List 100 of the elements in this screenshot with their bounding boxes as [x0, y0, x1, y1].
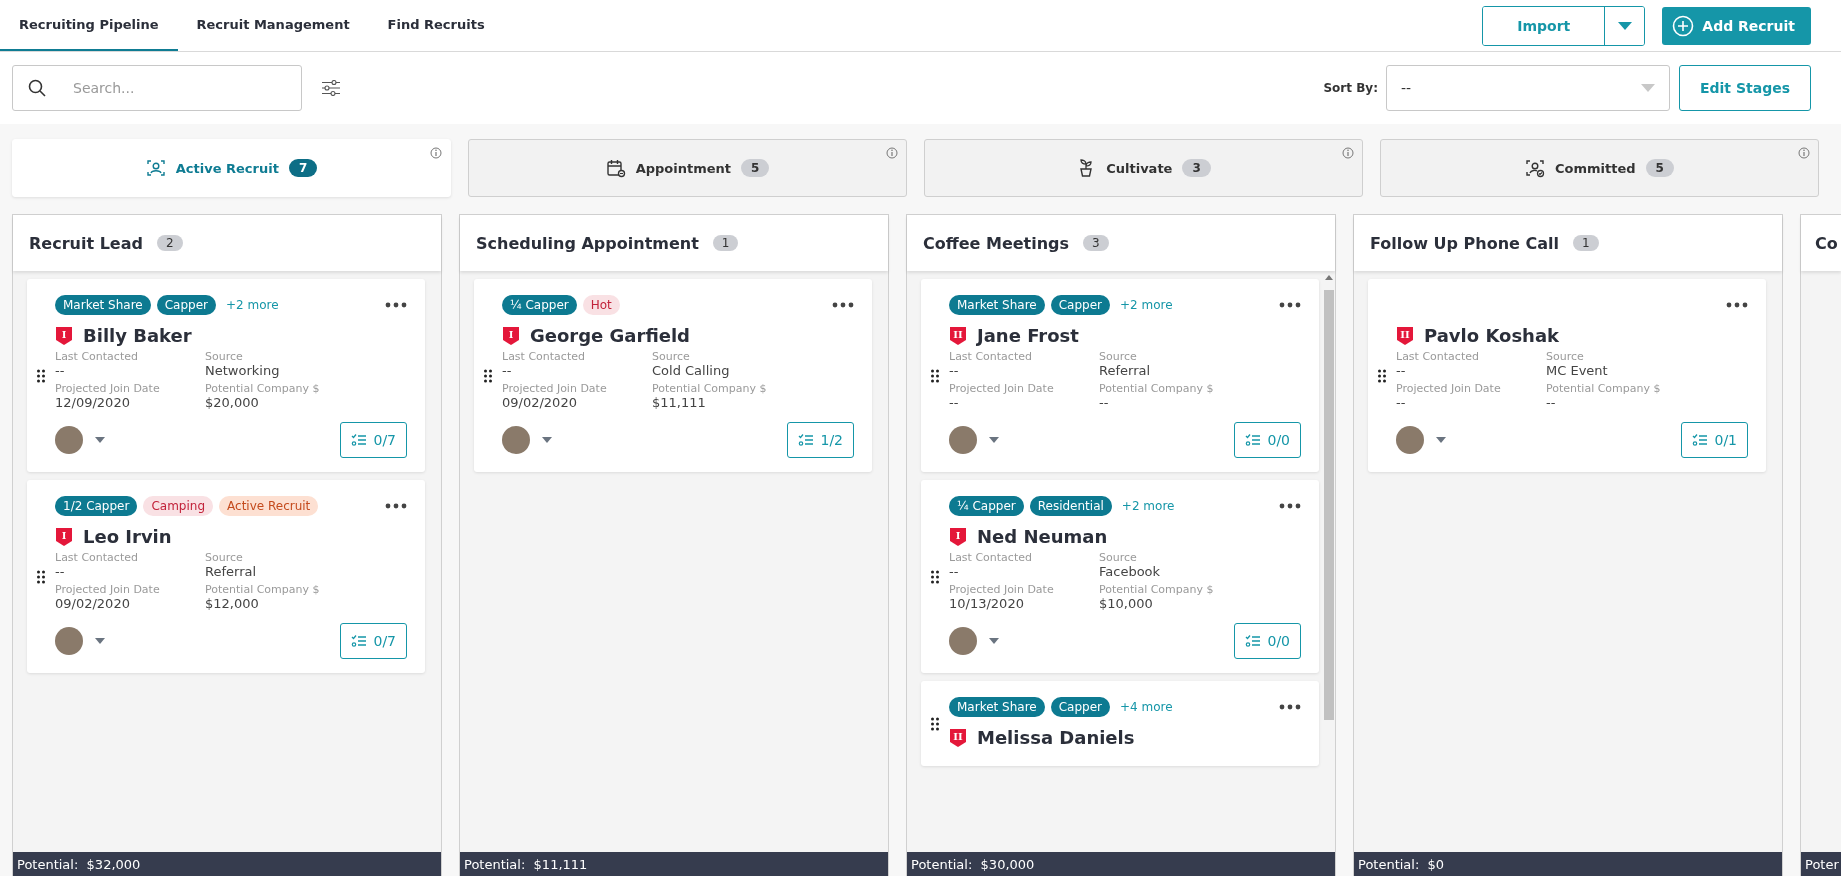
more-options-icon[interactable]	[832, 302, 854, 308]
recruit-name[interactable]: Billy Baker	[83, 325, 192, 346]
drag-handle-icon[interactable]	[37, 368, 45, 383]
more-options-icon[interactable]	[1279, 302, 1301, 308]
more-options-icon[interactable]	[1726, 302, 1748, 308]
recruit-name[interactable]: Pavlo Koshak	[1424, 325, 1560, 346]
recruit-card[interactable]: Market Share Capper +2 more I Billy Baker Last Contacted -- Source Networking Projected Join Date 12/09/2020 Potential Company $ $20,000 0/7	[27, 279, 425, 472]
recruit-name[interactable]: Ned Neuman	[977, 526, 1108, 547]
info-icon[interactable]	[1342, 147, 1354, 159]
drag-handle-icon[interactable]	[931, 368, 939, 383]
more-tags-link[interactable]: +4 more	[1116, 700, 1177, 714]
search-icon	[28, 79, 46, 97]
avatar[interactable]	[1396, 426, 1424, 454]
rank-badge: I	[949, 526, 967, 547]
potential-total: Poter	[1801, 852, 1841, 876]
more-tags-link[interactable]: +2 more	[1117, 499, 1179, 513]
checklist-button[interactable]: 0/0	[1234, 422, 1301, 458]
field-value: $12,000	[205, 596, 260, 611]
field-label: Last Contacted	[1396, 350, 1480, 363]
stage-tab[interactable]: Appointment 5	[468, 139, 907, 197]
more-tags-link[interactable]: +2 more	[222, 298, 283, 312]
column-title: Co	[1815, 233, 1838, 253]
recruit-name[interactable]: Melissa Daniels	[977, 727, 1135, 748]
drag-handle-icon[interactable]	[37, 569, 45, 584]
nav-tab[interactable]: Recruit Management	[177, 0, 369, 51]
stage-tab[interactable]: Cultivate 3	[924, 139, 1363, 197]
recruit-card[interactable]: ¼ Capper Residential +2 more I Ned Neuman Last Contacted -- Source Facebook Projected Join Date 10/13/2020 Potential Company $ $10,000 0/0	[921, 480, 1319, 673]
drag-handle-icon[interactable]	[931, 716, 939, 731]
field-value: --	[55, 363, 66, 378]
tag: Capper	[1050, 697, 1110, 717]
checklist-button[interactable]: 1/2	[787, 422, 854, 458]
add-recruit-button[interactable]: Add Recruit	[1662, 6, 1811, 45]
calendar-icon	[605, 158, 626, 178]
avatar[interactable]	[55, 627, 83, 655]
field-label: Source	[1099, 551, 1138, 564]
tag: 1/2 Capper	[55, 496, 138, 516]
drag-handle-icon[interactable]	[931, 569, 939, 584]
field-label: Last Contacted	[949, 551, 1033, 564]
scroll-up-icon[interactable]	[1325, 275, 1333, 280]
checklist-button[interactable]: 0/7	[340, 422, 407, 458]
recruit-card[interactable]: Market Share Capper +2 more II Jane Frost Last Contacted -- Source Referral Projected Join Date -- Potential Company $ -- 0/0	[921, 279, 1319, 472]
recruit-name[interactable]: George Garfield	[530, 325, 690, 346]
stage-tab[interactable]: Committed 5	[1380, 139, 1819, 197]
recruit-name[interactable]: Leo Irvin	[83, 526, 172, 547]
column-title: Recruit Lead	[29, 233, 143, 253]
caret-icon[interactable]	[1436, 437, 1446, 443]
more-tags-link[interactable]: +2 more	[1116, 298, 1177, 312]
checklist-icon	[351, 433, 368, 447]
tag: Camping	[143, 496, 214, 516]
tag: ¼ Capper	[502, 295, 577, 315]
recruit-card[interactable]: ¼ Capper Hot I George Garfield Last Contacted -- Source Cold Calling Projected Join Date 09/02/2020 Potential Company $ $11,111 1/2	[474, 279, 872, 472]
more-options-icon[interactable]	[385, 302, 407, 308]
info-icon[interactable]	[430, 147, 442, 159]
edit-stages-button[interactable]: Edit Stages	[1678, 65, 1811, 111]
nav-tab[interactable]: Find Recruits	[368, 0, 504, 51]
caret-icon[interactable]	[989, 638, 999, 644]
caret-icon[interactable]	[95, 638, 105, 644]
field-value: $10,000	[1099, 596, 1154, 611]
sort-dropdown[interactable]: --	[1385, 65, 1670, 111]
checklist-button[interactable]: 0/0	[1234, 623, 1301, 659]
info-icon[interactable]	[1798, 147, 1810, 159]
checklist-button[interactable]: 0/1	[1681, 422, 1748, 458]
avatar[interactable]	[949, 426, 977, 454]
drag-handle-icon[interactable]	[1378, 368, 1386, 383]
stage-tab[interactable]: Active Recruit 7	[12, 139, 451, 197]
field-label: Potential Company $	[205, 382, 321, 395]
more-options-icon[interactable]	[1279, 704, 1301, 710]
checklist-button[interactable]: 0/7	[340, 623, 407, 659]
caret-icon[interactable]	[542, 437, 552, 443]
tag: Market Share	[949, 295, 1045, 315]
field-label: Last Contacted	[502, 350, 586, 363]
drag-handle-icon[interactable]	[484, 368, 492, 383]
recruit-card[interactable]: 1/2 Capper Camping Active Recruit I Leo Irvin Last Contacted -- Source Referral Projected Join Date 09/02/2020 Potential Company $ $12,000 0/7	[27, 480, 425, 673]
tag: Market Share	[55, 295, 151, 315]
filter-icon[interactable]	[322, 80, 340, 96]
field-label: Source	[205, 551, 244, 564]
import-dropdown-button[interactable]	[1604, 6, 1645, 45]
field-value: --	[949, 363, 960, 378]
more-options-icon[interactable]	[385, 503, 407, 509]
field-label: Last Contacted	[949, 350, 1033, 363]
caret-icon[interactable]	[95, 437, 105, 443]
recruit-card[interactable]: II Pavlo Koshak Last Contacted -- Source MC Event Projected Join Date -- Potential Company $ -- 0/1	[1368, 279, 1766, 472]
caret-icon	[1640, 84, 1655, 92]
search-field[interactable]: Search...	[12, 65, 302, 111]
field-label: Source	[1099, 350, 1138, 363]
info-icon[interactable]	[886, 147, 898, 159]
field-label: Projected Join Date	[55, 382, 161, 395]
avatar[interactable]	[949, 627, 977, 655]
plus-circle-icon	[1672, 14, 1695, 37]
field-label: Potential Company $	[1099, 583, 1215, 596]
field-value: 09/02/2020	[502, 395, 578, 410]
avatar[interactable]	[502, 426, 530, 454]
more-options-icon[interactable]	[1279, 503, 1301, 509]
caret-icon[interactable]	[989, 437, 999, 443]
recruit-card[interactable]: Market Share Capper +4 more II Melissa Daniels	[921, 681, 1319, 766]
recruit-name[interactable]: Jane Frost	[977, 325, 1079, 346]
field-value: Cold Calling	[652, 363, 731, 378]
field-value: --	[1099, 395, 1110, 410]
avatar[interactable]	[55, 426, 83, 454]
field-label: Projected Join Date	[949, 583, 1055, 596]
